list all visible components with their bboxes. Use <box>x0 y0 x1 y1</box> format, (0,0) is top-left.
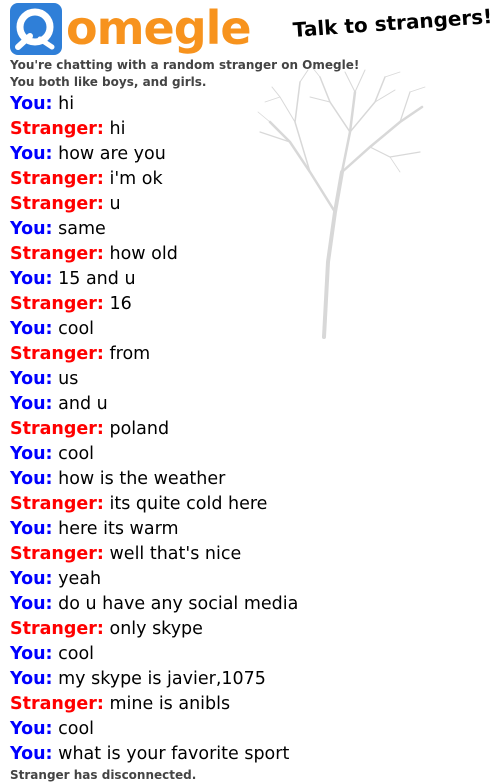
chat-message: Stranger: i'm ok <box>10 167 490 192</box>
sender-stranger: Stranger: <box>10 544 104 564</box>
chat-message: Stranger: poland <box>10 417 490 442</box>
sender-you: You: <box>10 444 53 464</box>
chat-message: You: cool <box>10 317 490 342</box>
chat-message: Stranger: hi <box>10 117 490 142</box>
message-text: how old <box>109 244 178 264</box>
chat-message: You: cool <box>10 717 490 742</box>
header: omegle Talk to strangers! <box>0 0 500 58</box>
sender-you: You: <box>10 594 53 614</box>
chat-message: You: how is the weather <box>10 467 490 492</box>
message-text: cool <box>58 644 95 664</box>
sender-stranger: Stranger: <box>10 419 104 439</box>
sender-stranger: Stranger: <box>10 194 104 214</box>
sender-you: You: <box>10 269 53 289</box>
chat-message: You: 15 and u <box>10 267 490 292</box>
sender-stranger: Stranger: <box>10 694 104 714</box>
message-text: hi <box>109 119 126 139</box>
message-text: poland <box>109 419 170 439</box>
chat-message: Stranger: its quite cold here <box>10 492 490 517</box>
message-text: cool <box>58 444 95 464</box>
chat-message: You: cool <box>10 642 490 667</box>
chat-message: Stranger: from <box>10 342 490 367</box>
message-text: yeah <box>58 569 102 589</box>
chat-message: Stranger: well that's nice <box>10 542 490 567</box>
message-text: and u <box>58 394 108 414</box>
message-text: its quite cold here <box>109 494 268 514</box>
message-text: what is your favorite sport <box>58 744 290 764</box>
chat-message: Stranger: 16 <box>10 292 490 317</box>
omegle-logo-icon <box>10 3 62 55</box>
message-text: cool <box>58 719 95 739</box>
sender-you: You: <box>10 369 53 389</box>
message-text: us <box>58 369 79 389</box>
message-text: same <box>58 219 106 239</box>
sender-stranger: Stranger: <box>10 244 104 264</box>
sender-you: You: <box>10 144 53 164</box>
sender-stranger: Stranger: <box>10 294 104 314</box>
sender-you: You: <box>10 94 53 114</box>
disconnected-status: Stranger has disconnected. <box>10 768 197 782</box>
status-line-interests: You both like boys, and girls. <box>10 75 207 89</box>
chat-message: You: here its warm <box>10 517 490 542</box>
sender-stranger: Stranger: <box>10 169 104 189</box>
chat-message: You: what is your favorite sport <box>10 742 490 767</box>
status-line-connected: You're chatting with a random stranger o… <box>10 58 360 72</box>
message-text: here its warm <box>58 519 179 539</box>
sender-you: You: <box>10 569 53 589</box>
message-text: i'm ok <box>109 169 163 189</box>
message-text: my skype is javier,1075 <box>58 669 266 689</box>
message-text: 15 and u <box>58 269 136 289</box>
sender-you: You: <box>10 744 53 764</box>
sender-you: You: <box>10 469 53 489</box>
sender-you: You: <box>10 669 53 689</box>
message-text: cool <box>58 319 95 339</box>
chat-message: You: us <box>10 367 490 392</box>
chat-message: You: yeah <box>10 567 490 592</box>
sender-stranger: Stranger: <box>10 494 104 514</box>
message-text: only skype <box>109 619 203 639</box>
chat-status: You're chatting with a random stranger o… <box>10 57 359 91</box>
chat-message: You: my skype is javier,1075 <box>10 667 490 692</box>
sender-you: You: <box>10 219 53 239</box>
message-text: hi <box>58 94 75 114</box>
sender-you: You: <box>10 644 53 664</box>
message-text: mine is anibls <box>109 694 231 714</box>
chat-message: You: cool <box>10 442 490 467</box>
chat-message: Stranger: mine is anibls <box>10 692 490 717</box>
message-text: do u have any social media <box>58 594 299 614</box>
tagline: Talk to strangers! <box>292 4 493 42</box>
chat-message: Stranger: only skype <box>10 617 490 642</box>
chat-message: You: and u <box>10 392 490 417</box>
sender-you: You: <box>10 319 53 339</box>
sender-you: You: <box>10 719 53 739</box>
chat-message: You: same <box>10 217 490 242</box>
message-text: u <box>109 194 121 214</box>
sender-you: You: <box>10 394 53 414</box>
chat-message: You: do u have any social media <box>10 592 490 617</box>
chat-message: Stranger: u <box>10 192 490 217</box>
message-text: 16 <box>109 294 132 314</box>
sender-stranger: Stranger: <box>10 119 104 139</box>
chat-message: You: how are you <box>10 142 490 167</box>
sender-stranger: Stranger: <box>10 344 104 364</box>
message-text: well that's nice <box>109 544 242 564</box>
chat-message: You: hi <box>10 92 490 117</box>
chat-message: Stranger: how old <box>10 242 490 267</box>
message-text: from <box>109 344 151 364</box>
chat-log: You: hi Stranger: hi You: how are you Stran… <box>10 92 490 767</box>
message-text: how are you <box>58 144 166 164</box>
sender-you: You: <box>10 519 53 539</box>
sender-stranger: Stranger: <box>10 619 104 639</box>
logo-text: omegle <box>66 1 252 55</box>
message-text: how is the weather <box>58 469 226 489</box>
